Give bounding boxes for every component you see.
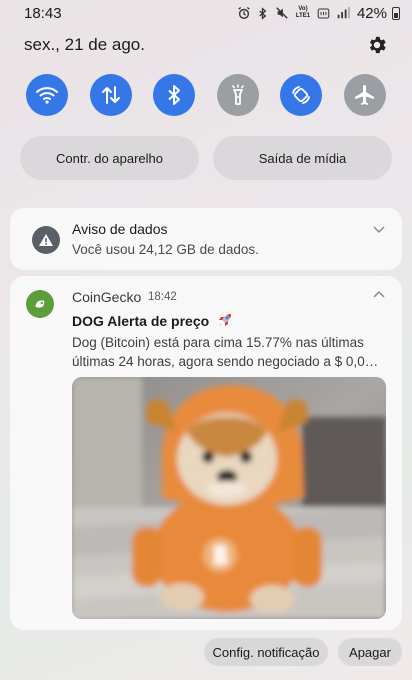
mute-icon — [275, 6, 289, 20]
warning-icon — [32, 226, 60, 254]
mobile-data-icon — [101, 86, 120, 104]
airplane-icon — [354, 85, 374, 105]
airplane-toggle[interactable] — [343, 74, 386, 116]
notification-body-line2: últimas 24 horas, agora sendo negociado … — [72, 354, 379, 369]
alarm-icon — [237, 6, 251, 20]
data-warning-notification[interactable]: Aviso de dados Você usou 24,12 GB de dad… — [10, 208, 402, 270]
quick-toggles — [26, 74, 386, 116]
notification-time: 18:42 — [148, 291, 177, 303]
notification-body: Dog (Bitcoin) está para cima 15.77% nas … — [72, 333, 390, 371]
media-output-button[interactable]: Saída de mídia — [213, 136, 392, 180]
notification-title: DOG Alerta de preço — [72, 313, 210, 329]
signal-strength-icon — [336, 6, 350, 20]
notification-text: Você usou 24,12 GB de dados. — [72, 242, 259, 257]
bluetooth-status-icon — [256, 6, 270, 20]
status-time: 18:43 — [24, 4, 62, 22]
notification-settings-button[interactable]: Config. notificação — [204, 638, 328, 666]
panel-shortcuts: Contr. do aparelho Saída de mídia — [20, 136, 392, 180]
notification-app-name: CoinGecko — [72, 289, 142, 305]
wifi-toggle[interactable] — [26, 74, 68, 116]
dog-hoodie-image[interactable] — [72, 377, 386, 619]
chevron-down-icon[interactable] — [372, 224, 386, 234]
coingecko-app-icon — [26, 290, 54, 318]
coingecko-notification[interactable]: CoinGecko 18:42 DOG Alerta de preço Dog … — [10, 276, 402, 630]
flashlight-icon — [231, 84, 244, 105]
flashlight-toggle[interactable] — [216, 74, 259, 116]
network-label: LTE1 — [295, 13, 311, 19]
wifi-icon — [36, 87, 58, 104]
battery-icon — [392, 6, 400, 20]
notification-title: Aviso de dados — [72, 221, 168, 237]
hd-signal-icon — [317, 6, 331, 20]
status-icons: Vo) LTE1 42% — [237, 5, 400, 22]
auto-rotate-icon — [292, 86, 311, 104]
bluetooth-icon — [168, 85, 181, 105]
chevron-up-icon[interactable] — [372, 290, 386, 300]
notification-title-row: DOG Alerta de preço — [72, 312, 233, 329]
device-control-button[interactable]: Contr. do aparelho — [20, 136, 199, 180]
bluetooth-toggle[interactable] — [153, 74, 196, 116]
settings-gear-icon[interactable] — [366, 34, 388, 56]
mobile-data-toggle[interactable] — [89, 74, 132, 116]
auto-rotate-toggle[interactable] — [280, 74, 323, 116]
battery-percent: 42% — [356, 4, 387, 22]
date-label: sex., 21 de ago. — [24, 35, 145, 54]
rocket-icon — [219, 314, 232, 326]
status-bar: 18:43 Vo) LTE1 42% — [0, 0, 412, 26]
notification-body-line1: Dog (Bitcoin) está para cima 15.77% nas … — [72, 335, 364, 350]
clear-notifications-button[interactable]: Apagar — [338, 638, 402, 666]
notification-footer: Config. notificação Apagar — [0, 638, 412, 668]
header-row: sex., 21 de ago. — [24, 32, 388, 58]
volte-icon: Vo) LTE1 — [295, 6, 311, 19]
